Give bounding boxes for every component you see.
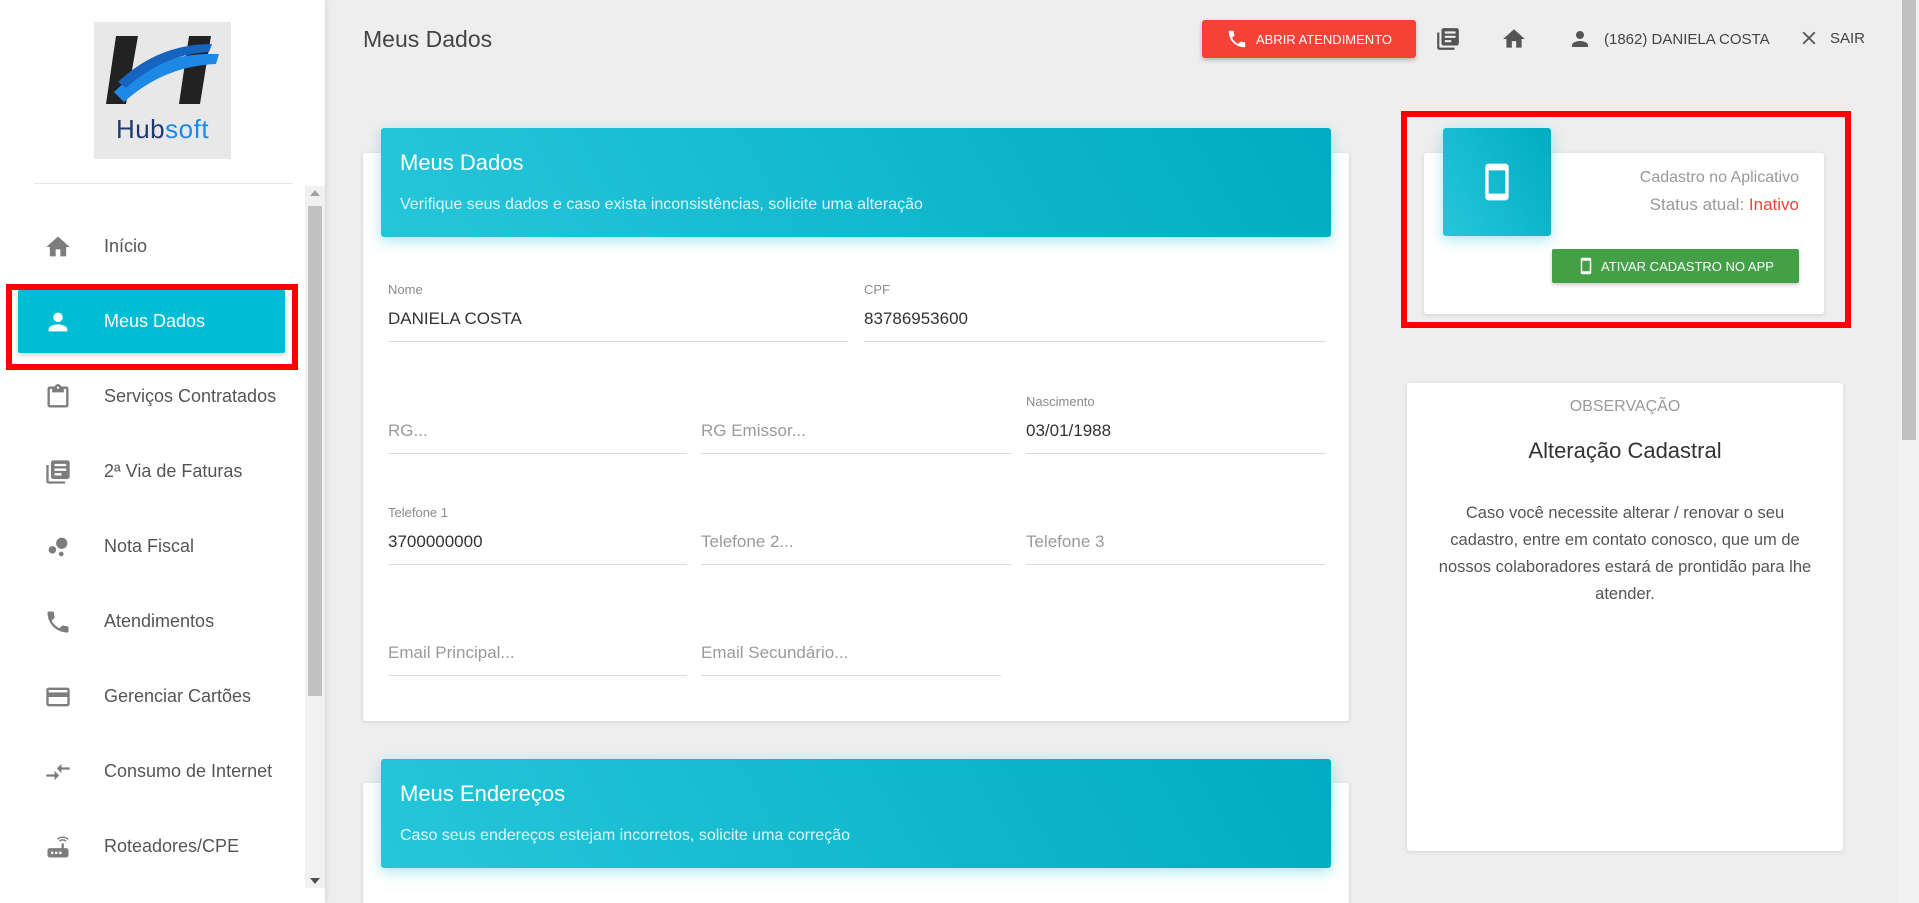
rg-emissor-field[interactable]: RG Emissor... (701, 394, 1012, 454)
nascimento-label: Nascimento (1026, 394, 1095, 409)
home-icon (43, 232, 73, 262)
scroll-up-arrow-icon[interactable] (310, 190, 320, 196)
sidebar-item-label: Serviços Contratados (104, 386, 277, 406)
person-icon (1572, 31, 1588, 47)
nascimento-field[interactable]: Nascimento 03/01/1988 (1026, 394, 1325, 454)
sidebar-item-atendimentos[interactable]: Atendimentos (18, 590, 285, 653)
telefone1-field[interactable]: Telefone 1 3700000000 (388, 505, 687, 565)
meus-enderecos-card-header: Meus Endereços Caso seus endereços estej… (381, 759, 1331, 868)
user-name: (1862) DANIELA COSTA (1604, 30, 1770, 48)
bubble-chart-icon (43, 532, 73, 562)
sidebar-item-label: 2ª Via de Faturas (104, 461, 243, 481)
sidebar-item-label: Consumo de Internet (104, 761, 273, 781)
sidebar-item-consumo-internet[interactable]: Consumo de Internet (18, 740, 285, 803)
sidebar-item-gerenciar-cartoes[interactable]: Gerenciar Cartões (18, 665, 285, 728)
highlight-box-sidebar (6, 284, 298, 370)
email-secundario-placeholder: Email Secundário... (701, 643, 849, 662)
phone-icon (1228, 30, 1246, 48)
observacao-title: Alteração Cadastral (1528, 438, 1722, 463)
sidebar-item-label: Nota Fiscal (104, 536, 195, 556)
page-scrollbar[interactable] (1899, 0, 1919, 903)
abrir-atendimento-button[interactable]: ABRIR ATENDIMENTO (1202, 20, 1416, 58)
rg-field[interactable]: RG... (388, 394, 687, 454)
telefone2-placeholder: Telefone 2... (701, 532, 794, 551)
hubsoft-logo[interactable]: Hubsoft (94, 22, 231, 159)
telefone3-placeholder: Telefone 3 (1026, 532, 1105, 551)
sidebar-item-nota-fiscal[interactable]: Nota Fiscal (18, 515, 285, 578)
nome-label: Nome (388, 282, 423, 297)
email-principal-field[interactable]: Email Principal... (388, 616, 687, 676)
sidebar-item-inicio[interactable]: Início (18, 215, 285, 278)
sidebar-item-label: Roteadores/CPE (104, 836, 240, 856)
sidebar-item-label: Gerenciar Cartões (104, 686, 252, 706)
nascimento-value: 03/01/1988 (1026, 421, 1112, 440)
sidebar: Hubsoft Início Meus Dados Serviços Contr… (0, 0, 325, 903)
meus-enderecos-card-title: Meus Endereços (400, 781, 566, 806)
email-secundario-field[interactable]: Email Secundário... (701, 616, 1001, 676)
cpf-field[interactable]: CPF 83786953600 (864, 282, 1325, 342)
sidebar-item-roteadores[interactable]: Roteadores/CPE (18, 815, 285, 878)
meus-dados-card-title: Meus Dados (400, 150, 524, 175)
abrir-atendimento-label: ABRIR ATENDIMENTO (1255, 31, 1393, 47)
meus-dados-card-subtitle: Verifique seus dados e caso exista incon… (400, 196, 923, 213)
sidebar-item-label: Início (104, 236, 148, 256)
sidebar-divider (34, 183, 293, 184)
user-menu[interactable]: (1862) DANIELA COSTA (1568, 27, 1770, 51)
telefone3-field[interactable]: Telefone 3 (1026, 505, 1325, 565)
telefone2-field[interactable]: Telefone 2... (701, 505, 1012, 565)
cpf-value: 83786953600 (864, 309, 969, 328)
sidebar-item-label: Atendimentos (104, 611, 215, 631)
meus-dados-card-header: Meus Dados Verifique seus dados e caso e… (381, 128, 1331, 237)
library-books-icon[interactable] (1435, 26, 1461, 57)
email-principal-placeholder: Email Principal... (388, 643, 515, 662)
telefone1-label: Telefone 1 (388, 505, 448, 520)
rg-placeholder: RG... (388, 421, 428, 440)
meus-enderecos-card-subtitle: Caso seus endereços estejam incorretos, … (400, 827, 850, 844)
credit-card-icon (43, 682, 73, 712)
sidebar-scroll-thumb[interactable] (308, 206, 322, 696)
scroll-down-arrow-icon[interactable] (310, 878, 320, 884)
page-title: Meus Dados (363, 26, 493, 52)
home-icon[interactable] (1501, 26, 1527, 57)
highlight-box-app (1401, 111, 1851, 328)
nome-field[interactable]: Nome DANIELA COSTA (388, 282, 848, 342)
compare-arrows-icon (43, 757, 73, 787)
observacao-label: OBSERVAÇÃO (1569, 398, 1681, 415)
observacao-text: Caso você necessite alterar / renovar o … (1438, 504, 1812, 603)
cpf-label: CPF (864, 282, 890, 297)
page-scroll-thumb[interactable] (1902, 0, 1916, 440)
sidebar-item-servicos-contratados[interactable]: Serviços Contratados (18, 365, 285, 428)
clipboard-icon (43, 382, 73, 412)
telefone1-value: 3700000000 (388, 532, 483, 551)
close-icon (1802, 31, 1816, 45)
logo-text: Hubsoft (115, 114, 210, 144)
nome-value: DANIELA COSTA (388, 309, 522, 328)
library-books-icon (43, 457, 73, 487)
sidebar-scrollbar[interactable] (305, 186, 325, 888)
logout-label: SAIR (1830, 29, 1866, 47)
logout-button[interactable]: SAIR (1798, 27, 1865, 49)
sidebar-item-faturas[interactable]: 2ª Via de Faturas (18, 440, 285, 503)
rg-emissor-placeholder: RG Emissor... (701, 421, 806, 440)
router-icon (43, 832, 73, 862)
phone-icon (43, 607, 73, 637)
